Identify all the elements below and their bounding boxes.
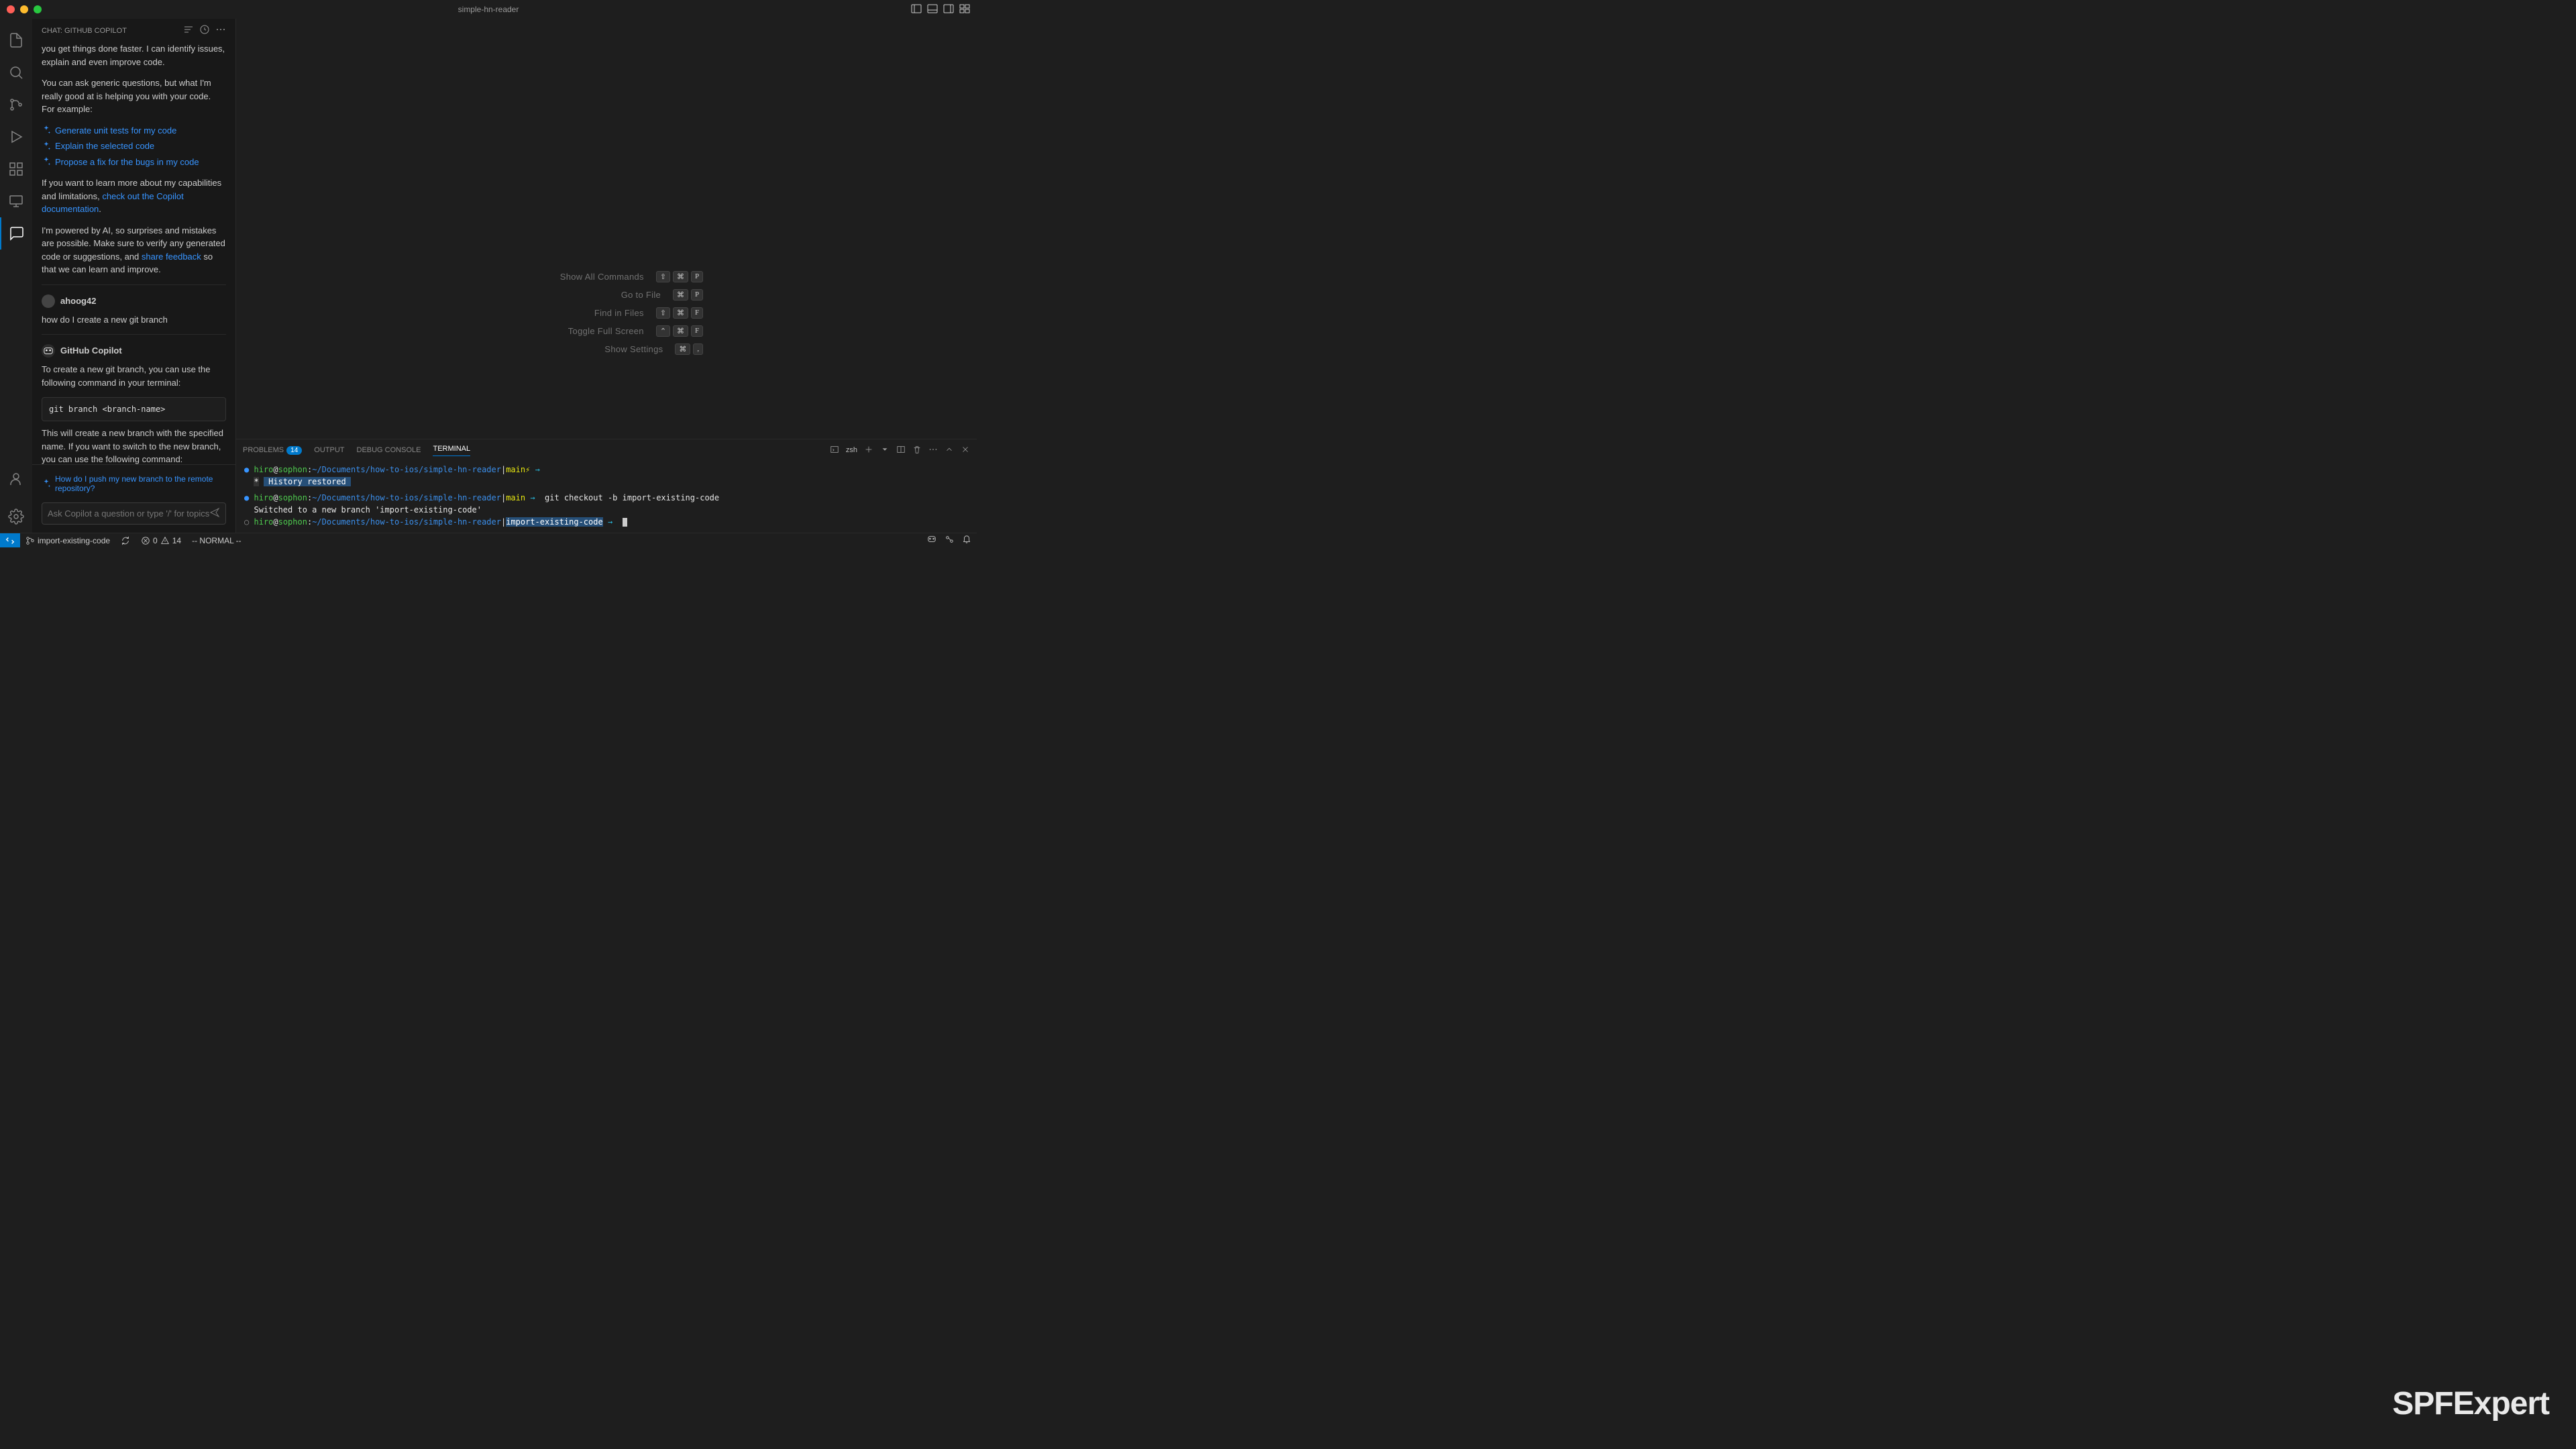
chat-sidebar: CHAT: GITHUB COPILOT you get things done… (32, 19, 236, 533)
panel-tabs: PROBLEMS14 OUTPUT DEBUG CONSOLE TERMINAL… (236, 439, 977, 461)
add-terminal-icon[interactable] (864, 445, 873, 456)
tab-problems[interactable]: PROBLEMS14 (243, 446, 302, 454)
send-icon[interactable] (209, 507, 220, 520)
suggestion-propose-fix[interactable]: Propose a fix for the bugs in my code (42, 156, 226, 169)
remote-button[interactable] (0, 533, 20, 547)
followup-section: How do I push my new branch to the remot… (32, 464, 235, 500)
explorer-tab[interactable] (0, 24, 32, 56)
followup-suggestion[interactable]: How do I push my new branch to the remot… (42, 474, 226, 493)
chat-title: CHAT: GITHUB COPILOT (42, 27, 127, 35)
terminal-cursor (623, 518, 627, 527)
tab-output[interactable]: OUTPUT (314, 446, 344, 454)
split-terminal-icon[interactable] (896, 445, 906, 456)
bottom-panel: PROBLEMS14 OUTPUT DEBUG CONSOLE TERMINAL… (236, 439, 977, 533)
watermark: SPFExpert (2392, 1385, 2549, 1422)
maximize-panel-icon[interactable] (945, 445, 954, 456)
more-panel-icon[interactable] (928, 445, 938, 456)
search-tab[interactable] (0, 56, 32, 89)
chat-input-field[interactable] (48, 508, 209, 519)
ai-p2: This will create a new branch with the s… (42, 427, 226, 464)
source-control-tab[interactable] (0, 89, 32, 121)
copilot-status-icon[interactable] (927, 535, 936, 546)
user-question: how do I create a new git branch (42, 313, 226, 327)
terminal-type: zsh (846, 446, 857, 454)
code-block-1[interactable]: git branch <branch-name> (42, 397, 226, 421)
remote-explorer-tab[interactable] (0, 185, 32, 217)
layout-sidebar-right-icon[interactable] (943, 3, 954, 16)
maximize-window-button[interactable] (34, 5, 42, 13)
window-controls (7, 5, 42, 13)
titlebar: simple-hn-reader (0, 0, 977, 19)
suggestion-generate-tests[interactable]: Generate unit tests for my code (42, 124, 226, 138)
ai-p1: To create a new git branch, you can use … (42, 363, 226, 389)
window-title: simple-hn-reader (458, 5, 519, 14)
terminal-launch-icon[interactable] (830, 445, 839, 456)
suggestion-explain-code[interactable]: Explain the selected code (42, 140, 226, 153)
activity-bar (0, 19, 32, 533)
close-panel-icon[interactable] (961, 445, 970, 456)
capabilities-text: If you want to learn more about my capab… (42, 176, 226, 216)
chat-body[interactable]: you get things done faster. I can identi… (32, 42, 235, 464)
minimize-window-button[interactable] (20, 5, 28, 13)
chat-intro-2: You can ask generic questions, but what … (42, 76, 226, 116)
shortcut-go-to-file: Go to File ⌘P (510, 289, 703, 301)
user-avatar (42, 294, 55, 308)
extensions-tab[interactable] (0, 153, 32, 185)
kill-terminal-icon[interactable] (912, 445, 922, 456)
shortcut-settings: Show Settings ⌘, (510, 343, 703, 355)
status-bar: import-existing-code 0 14 -- NORMAL -- (0, 533, 977, 547)
vscode-logo-icon (533, 103, 680, 251)
powered-text: I'm powered by AI, so surprises and mist… (42, 224, 226, 276)
welcome-screen: Show All Commands ⇧⌘P Go to File ⌘P Find… (236, 19, 977, 439)
chat-intro-1: you get things done faster. I can identi… (42, 42, 226, 68)
branch-status[interactable]: import-existing-code (20, 536, 115, 545)
close-window-button[interactable] (7, 5, 15, 13)
shortcut-find-in-files: Find in Files ⇧⌘F (510, 307, 703, 319)
tab-debug-console[interactable]: DEBUG CONSOLE (357, 446, 421, 454)
terminal-content[interactable]: ● hiro@sophon:~/Documents/how-to-ios/sim… (236, 461, 977, 533)
ai-name: GitHub Copilot (60, 344, 122, 358)
errors-warnings[interactable]: 0 14 (136, 536, 186, 545)
run-debug-tab[interactable] (0, 121, 32, 153)
layout-customize-icon[interactable] (959, 3, 970, 16)
ai-message: GitHub Copilot To create a new git branc… (42, 334, 226, 464)
more-icon[interactable] (215, 24, 226, 37)
sync-status[interactable] (115, 536, 136, 545)
feedback-link[interactable]: share feedback (142, 252, 201, 262)
copilot-avatar (42, 344, 55, 358)
terminal-dropdown-icon[interactable] (880, 445, 890, 456)
chat-tab[interactable] (0, 217, 32, 250)
editor-area: Show All Commands ⇧⌘P Go to File ⌘P Find… (236, 19, 977, 533)
layout-panel-icon[interactable] (927, 3, 938, 16)
accounts-icon[interactable] (0, 463, 32, 495)
user-name: ahoog42 (60, 294, 96, 308)
tab-terminal[interactable]: TERMINAL (433, 445, 470, 456)
chat-sidebar-header: CHAT: GITHUB COPILOT (32, 19, 235, 42)
layout-sidebar-left-icon[interactable] (911, 3, 922, 16)
shortcuts-list: Show All Commands ⇧⌘P Go to File ⌘P Find… (510, 271, 703, 355)
history-icon[interactable] (199, 24, 210, 37)
chat-input-box[interactable] (42, 502, 226, 525)
live-share-icon[interactable] (945, 535, 954, 546)
shortcut-show-commands: Show All Commands ⇧⌘P (510, 271, 703, 282)
clear-icon[interactable] (183, 24, 194, 37)
vim-mode: -- NORMAL -- (186, 536, 247, 545)
user-message: ahoog42 how do I create a new git branch (42, 284, 226, 327)
settings-icon[interactable] (0, 500, 32, 533)
notifications-icon[interactable] (962, 535, 971, 546)
shortcut-fullscreen: Toggle Full Screen ⌃⌘F (510, 325, 703, 337)
